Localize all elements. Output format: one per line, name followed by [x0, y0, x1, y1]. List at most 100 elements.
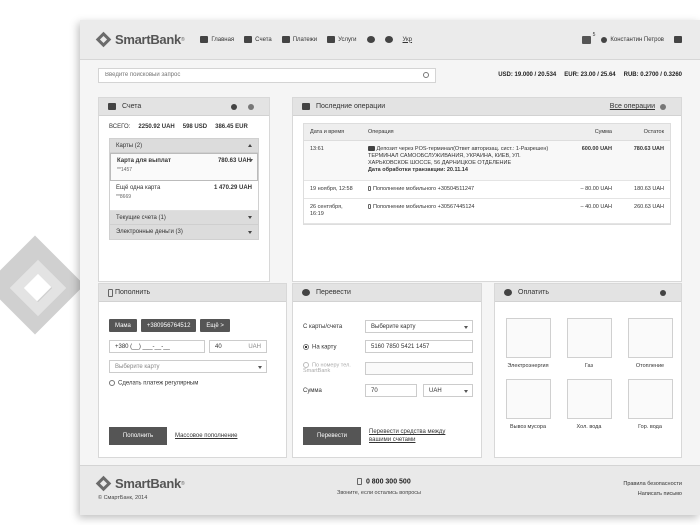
col-operation: Операция [362, 124, 563, 141]
accounts-title: Счета [122, 103, 142, 110]
notification-count: 5 [592, 31, 596, 38]
language-link[interactable]: Укр [403, 37, 413, 43]
gear-icon[interactable] [366, 36, 375, 43]
card-item[interactable]: Ещё одна карта **8669 1 470.29 UAH [110, 181, 258, 211]
operations-panel: Последние операции Все операции Дата и в… [292, 97, 682, 282]
col-rest: Остаток [618, 124, 670, 141]
group-current-accounts[interactable]: Текущие счета (1) [110, 211, 258, 225]
col-sum: Сумма [563, 124, 618, 141]
search-input[interactable] [105, 72, 423, 78]
transfer-button[interactable]: Перевести [303, 427, 361, 445]
table-row[interactable]: 13:61 Депозит через POS-терминал(Ответ а… [304, 140, 670, 181]
pay-tile-garbage[interactable] [506, 379, 551, 419]
copyright: © СмартБанк, 2014 [98, 495, 148, 501]
pay-tile-heating[interactable] [628, 318, 673, 358]
footer-logo[interactable]: SmartBank ® [95, 475, 185, 492]
support-text: Звоните, если остались вопросы [337, 490, 422, 496]
gear-icon[interactable] [660, 289, 666, 296]
logo[interactable]: SmartBank ® [95, 31, 185, 48]
contact-mama-button[interactable]: Мама [109, 319, 137, 332]
search-icon[interactable] [423, 72, 429, 78]
pay-tile-electricity[interactable] [506, 318, 551, 358]
nav-payments[interactable]: Платежи [281, 36, 317, 43]
card-select[interactable]: Выберите карту [109, 360, 267, 373]
topup-panel: Пополнить Мама +380956764512 Ещё > +380 … [98, 283, 287, 458]
sum-label: Сумма [303, 388, 322, 394]
bulk-topup-link[interactable]: Массовое пополнение [175, 433, 237, 439]
browser-frame: SmartBank ® Главная Счета Платежи Услуги … [80, 20, 700, 515]
contact-number-button[interactable]: +380956764512 [140, 319, 197, 332]
total-eur: 386.45 EUR [215, 124, 248, 130]
terminal-icon [368, 146, 375, 152]
sum-input[interactable]: 70 [365, 384, 417, 397]
amount-input[interactable]: 40 UAH [209, 340, 267, 353]
phone-icon [108, 288, 113, 297]
messages-icon[interactable]: 5 [582, 32, 595, 44]
tile-label: Вывоз мусора [509, 424, 547, 430]
to-number-input[interactable] [365, 362, 473, 375]
help-icon[interactable] [384, 36, 393, 43]
pay-header: Оплатить [495, 284, 681, 302]
user-name: Константин Петров [610, 36, 664, 43]
tile-label: Отопление [635, 363, 665, 369]
from-label: С карты/счета [303, 324, 343, 330]
exchange-rates: USD: 19.000 / 20.534 EUR: 23.00 / 25.64 … [498, 72, 682, 78]
table-row[interactable]: 19 ноября, 12:58 Пополнение мобильного +… [304, 180, 670, 199]
list-icon [327, 36, 336, 43]
transfer-header: Перевести [293, 284, 481, 302]
to-card-radio[interactable] [303, 344, 309, 350]
home-icon [200, 36, 209, 43]
chevron-down-icon [248, 230, 252, 234]
pay-panel: Оплатить Электроэнергия Газ Отопление Вы… [494, 283, 682, 458]
more-contacts-button[interactable]: Ещё > [200, 319, 230, 332]
phone-input[interactable]: +380 (__) ___-__-__ [109, 340, 205, 353]
chevron-down-icon [248, 216, 252, 219]
pay-tile-gas[interactable] [567, 318, 612, 358]
tile-label: Гор. вода [638, 424, 662, 430]
nav-accounts[interactable]: Счета [244, 36, 272, 43]
refresh-icon[interactable] [660, 103, 666, 110]
to-number-radio[interactable] [303, 362, 309, 368]
currency-select[interactable]: UAH [423, 384, 473, 397]
accounts-panel: Счета ВСЕГО: 2250.92 UAH 598 USD 386.45 … [98, 97, 270, 282]
gear-icon[interactable] [231, 103, 237, 110]
arrow-right-icon [504, 289, 512, 296]
nav-home[interactable]: Главная [200, 36, 234, 43]
to-card-input[interactable]: 5160 7850 5421 1457 [365, 340, 473, 353]
user-profile[interactable]: Константин Петров [601, 36, 664, 43]
phone-icon [368, 185, 371, 191]
main-nav: Главная Счета Платежи Услуги Укр [200, 36, 412, 43]
refresh-icon[interactable] [248, 103, 254, 110]
total-uah: 2250.92 UAH [138, 124, 175, 130]
regular-checkbox[interactable] [109, 380, 115, 386]
tile-label: Электроэнергия [507, 363, 549, 369]
from-card-select[interactable]: Выберите карту [365, 320, 473, 333]
write-letter-link[interactable]: Написать письмо [623, 490, 682, 500]
user-icon [601, 36, 608, 43]
logout-icon[interactable] [674, 36, 682, 43]
topup-button[interactable]: Пополнить [109, 427, 167, 445]
operations-header: Последние операции Все операции [293, 98, 681, 116]
all-operations-link[interactable]: Все операции [610, 103, 655, 110]
search-row: USD: 19.000 / 20.534 EUR: 23.00 / 25.64 … [98, 67, 682, 83]
accounts-header: Счета [99, 98, 269, 116]
regular-payment-option[interactable]: Сделать платеж регулярным [109, 380, 198, 387]
to-card-option[interactable]: На карту [303, 344, 336, 351]
to-number-option[interactable]: По номеру тел. SmartBank [303, 362, 363, 374]
group-emoney[interactable]: Электронные деньги (3) [110, 225, 258, 239]
table-row[interactable]: 26 сентября, 16:19 Пополнение мобильного… [304, 198, 670, 224]
nav-services[interactable]: Услуги [327, 36, 357, 43]
phone-icon [368, 203, 371, 209]
topup-header: Пополнить [99, 284, 286, 302]
logo-text: SmartBank [115, 32, 181, 47]
security-rules-link[interactable]: Правила безопасности [623, 480, 682, 490]
payments-icon [281, 36, 290, 43]
operations-table: Дата и время Операция Сумма Остаток 13:6… [304, 124, 670, 224]
pay-tile-hot-water[interactable] [628, 379, 673, 419]
pay-tile-cold-water[interactable] [567, 379, 612, 419]
topup-title: Пополнить [115, 289, 151, 296]
footer-links: Правила безопасности Написать письмо [623, 480, 682, 500]
card-item[interactable]: Карта для выплат **1457 780.63 UAH [110, 153, 258, 181]
group-cards[interactable]: Карты (2) [110, 139, 258, 153]
between-accounts-link[interactable]: Перевести средства между вашими счетами [369, 429, 461, 444]
